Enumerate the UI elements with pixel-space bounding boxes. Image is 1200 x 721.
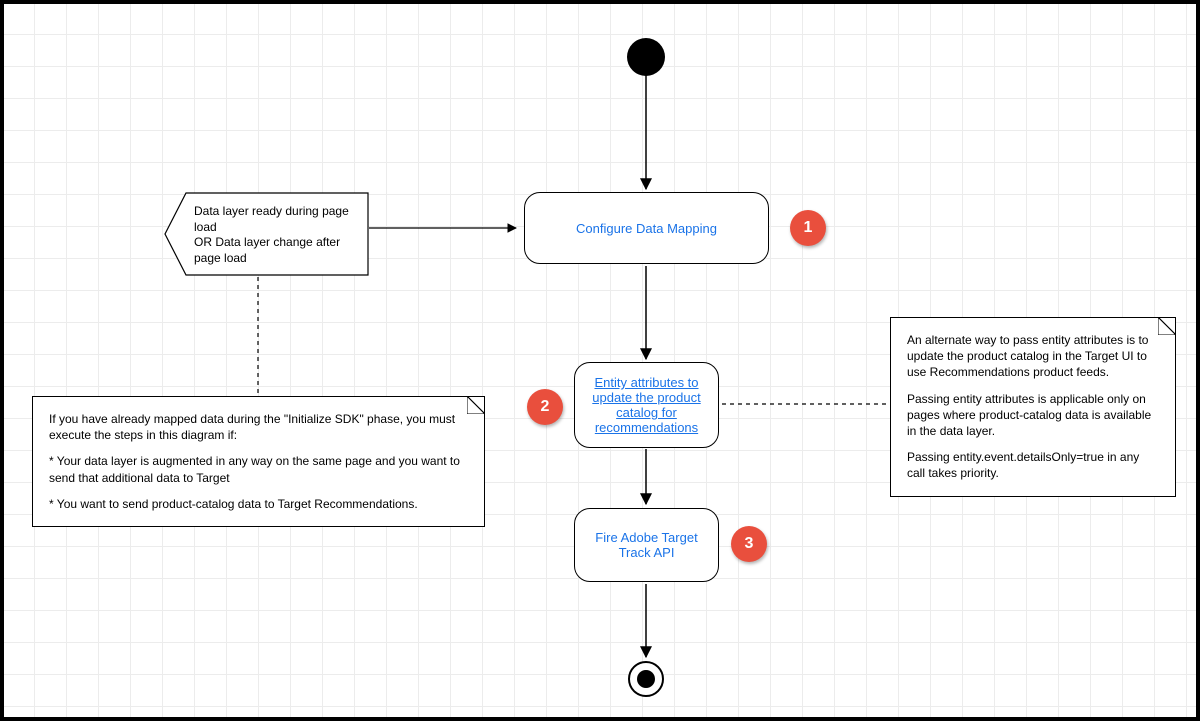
step-configure-data-mapping[interactable]: Configure Data Mapping bbox=[524, 192, 769, 264]
note-left: If you have already mapped data during t… bbox=[32, 396, 485, 527]
badge-2: 2 bbox=[527, 389, 563, 425]
step-fire-track-api[interactable]: Fire Adobe Target Track API bbox=[574, 508, 719, 582]
step-1-label: Configure Data Mapping bbox=[576, 221, 717, 236]
step-entity-attributes[interactable]: Entity attributes to update the product … bbox=[574, 362, 719, 448]
note-left-text: If you have already mapped data during t… bbox=[49, 411, 468, 512]
note-right-text: An alternate way to pass entity attribut… bbox=[907, 332, 1159, 482]
badge-1: 1 bbox=[790, 210, 826, 246]
badge-3: 3 bbox=[731, 526, 767, 562]
start-node bbox=[627, 38, 665, 76]
signal-text: Data layer ready during page loadOR Data… bbox=[194, 204, 357, 266]
step-3-label: Fire Adobe Target Track API bbox=[585, 530, 708, 560]
step-2-label: Entity attributes to update the product … bbox=[585, 375, 708, 435]
signal-data-layer: Data layer ready during page loadOR Data… bbox=[164, 192, 369, 276]
end-node bbox=[628, 661, 664, 697]
diagram-frame: Data layer ready during page loadOR Data… bbox=[0, 0, 1200, 721]
note-right: An alternate way to pass entity attribut… bbox=[890, 317, 1176, 497]
